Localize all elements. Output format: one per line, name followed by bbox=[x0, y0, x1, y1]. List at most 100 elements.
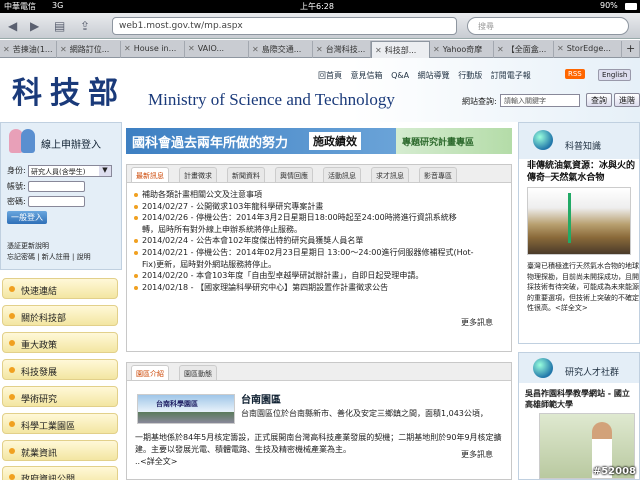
nav-mobile[interactable]: 行動版 bbox=[458, 71, 482, 80]
menu-research[interactable]: 學術研究 bbox=[2, 386, 118, 407]
park-description: 台南園區位於台南縣新市、善化及安定三鄉鎮之間，面積1,043公頃， bbox=[241, 409, 488, 418]
news-more-link[interactable]: 更多訊息 bbox=[461, 317, 493, 328]
browser-tab-active[interactable]: ✕ 科技部... bbox=[371, 41, 430, 58]
park-image-caption: 台南科學園區 bbox=[156, 400, 198, 408]
news-item[interactable]: 2014/02/20 - 本會103年度「自由型卓越學研試辦計畫」，自即日起受理… bbox=[133, 270, 503, 282]
menu-quick-links[interactable]: 快速連結 bbox=[2, 278, 118, 299]
bookmarks-icon[interactable]: ▤ bbox=[54, 18, 65, 34]
close-icon[interactable]: ✕ bbox=[60, 45, 67, 54]
close-icon[interactable]: ✕ bbox=[3, 45, 10, 54]
site-search-input[interactable]: 請輸入關鍵字 bbox=[500, 94, 580, 107]
close-icon[interactable]: ✕ bbox=[252, 45, 259, 54]
menu-jobs[interactable]: 就業資訊 bbox=[2, 440, 118, 461]
tab-label: 台灣科技... bbox=[325, 45, 366, 54]
science-article-title[interactable]: 非傳統油氣資源：冰與火的傳奇─天然氣水合物 bbox=[527, 160, 639, 184]
close-icon[interactable]: ✕ bbox=[497, 45, 504, 54]
user-icon bbox=[21, 129, 35, 153]
science-header: 科普知識 bbox=[519, 123, 639, 159]
nav-sitemap[interactable]: 網站導覽 bbox=[418, 71, 450, 80]
login-button[interactable]: 一般登入 bbox=[7, 211, 47, 224]
back-icon[interactable]: ◀ bbox=[8, 18, 17, 34]
password-input[interactable] bbox=[28, 196, 85, 207]
carrier-label: 中華電信 bbox=[4, 2, 36, 11]
site-logo[interactable]: 科技部 bbox=[12, 68, 126, 112]
browser-tab[interactable]: ✕ House in... bbox=[121, 41, 185, 58]
banner-main[interactable]: 國科會過去兩年所做的努力 施政績效 bbox=[126, 128, 396, 154]
account-input[interactable] bbox=[28, 181, 85, 192]
tab-latest[interactable]: 最新訊息 bbox=[131, 167, 169, 182]
banner-highlight: 施政績效 bbox=[309, 132, 361, 150]
browser-tab[interactable]: ✕ 網路訂位... bbox=[57, 41, 121, 58]
tab-events[interactable]: 活動訊息 bbox=[323, 167, 361, 182]
tab-calls[interactable]: 計畫徵求 bbox=[179, 167, 217, 182]
promo-banner[interactable]: 國科會過去兩年所做的努力 施政績效 專題研究計畫專區 bbox=[126, 128, 512, 154]
research-talent-panel: 研究人才社群 吳昌祚園科學教學網站 - 國立高雄師範大學 bbox=[518, 352, 640, 480]
tab-park-intro[interactable]: 園區介紹 bbox=[131, 365, 169, 380]
english-button[interactable]: English bbox=[598, 69, 632, 81]
news-item-continued[interactable]: 轉，屆時所有對外線上申辦系統將停止服務。 bbox=[133, 224, 503, 236]
new-tab-icon[interactable]: + bbox=[622, 41, 640, 58]
close-icon[interactable]: ✕ bbox=[375, 46, 382, 55]
science-knowledge-panel: 科普知識 非傳統油氣資源：冰與火的傳奇─天然氣水合物 臺灣已積極進行天然氣水合物… bbox=[518, 122, 640, 344]
certificate-help-link[interactable]: 憑証更新說明 bbox=[7, 241, 91, 252]
url-bar[interactable]: web1.most.gov.tw/mp.aspx bbox=[112, 17, 457, 35]
account-links[interactable]: 忘記密碼 | 新人註冊 | 說明 bbox=[7, 252, 91, 263]
nav-newsletter[interactable]: 訂閱電子報 bbox=[491, 71, 531, 80]
tab-jobs[interactable]: 求才訊息 bbox=[371, 167, 409, 182]
close-icon[interactable]: ✕ bbox=[316, 45, 323, 54]
browser-tab[interactable]: ✕ 島際交通... bbox=[249, 41, 313, 58]
park-more-link[interactable]: 更多訊息 bbox=[461, 449, 493, 460]
talent-feature-title[interactable]: 吳昌祚園科學教學網站 - 國立高雄師範大學 bbox=[525, 388, 637, 410]
share-icon[interactable]: ⇪ bbox=[80, 18, 90, 34]
close-icon[interactable]: ✕ bbox=[188, 44, 195, 53]
account-label: 帳號: bbox=[7, 182, 26, 191]
talent-header: 研究人才社群 bbox=[519, 353, 639, 383]
news-item-continued[interactable]: Fix)更新，屆時對外網站服務將停止。 bbox=[133, 259, 503, 271]
news-item[interactable]: 補助各類計畫相關公文及注意事項 bbox=[133, 189, 503, 201]
news-item[interactable]: 2014/02/21 - 停機公告：2014年02月23日星期日 13:00～2… bbox=[133, 247, 503, 259]
nav-feedback[interactable]: 意見信箱 bbox=[351, 71, 383, 80]
nav-home[interactable]: 回首頁 bbox=[318, 71, 342, 80]
advanced-search-button[interactable]: 進階 bbox=[614, 93, 640, 107]
news-item[interactable]: 2014/02/26 - 停機公告：2014年3月2日星期日18:00時起至24… bbox=[133, 212, 503, 224]
tab-park-news[interactable]: 園區動態 bbox=[179, 365, 217, 380]
browser-tab-bar: ✕ 苦揀油(1... ✕ 網路訂位... ✕ House in... ✕ VAIO...… bbox=[0, 40, 640, 58]
banner-research-projects[interactable]: 專題研究計畫專區 bbox=[396, 128, 512, 154]
menu-open-gov[interactable]: 政府資訊公開 bbox=[2, 466, 118, 480]
browser-tab[interactable]: ✕ 苦揀油(1... bbox=[0, 41, 57, 58]
menu-about[interactable]: 關於科技部 bbox=[2, 305, 118, 326]
menu-tech-dev[interactable]: 科技發展 bbox=[2, 359, 118, 380]
role-select[interactable]: 研究人員(含學生) ▼ bbox=[28, 165, 112, 177]
close-icon[interactable]: ✕ bbox=[124, 44, 131, 53]
browser-tab[interactable]: ✕ StorEdge... bbox=[554, 41, 622, 58]
browser-tab[interactable]: ✕ Yahoo奇摩 bbox=[430, 41, 494, 58]
tab-press[interactable]: 新聞資料 bbox=[227, 167, 265, 182]
nav-qa[interactable]: Q&A bbox=[391, 71, 409, 80]
tab-media[interactable]: 影音專區 bbox=[419, 167, 457, 182]
menu-policy[interactable]: 重大政策 bbox=[2, 332, 118, 353]
close-icon[interactable]: ✕ bbox=[433, 45, 440, 54]
search-button[interactable]: 查詢 bbox=[586, 93, 612, 107]
park-description-continued: 一期基地係於84年5月核定籌設，正式展開南台灣高科技產業發展的契機；二期基地則於… bbox=[135, 420, 505, 468]
menu-science-park[interactable]: 科學工業園區 bbox=[2, 413, 118, 434]
browser-tab[interactable]: ✕ 【全面盒... bbox=[494, 41, 554, 58]
browser-search-field[interactable]: 搜尋 bbox=[467, 17, 629, 35]
tab-label: 苦揀油(1... bbox=[12, 45, 53, 54]
science-title: 科普知識 bbox=[565, 142, 602, 152]
news-panel: 最新訊息 計畫徵求 新聞資料 輿情回應 活動訊息 求才訊息 影音專區 補助各類計… bbox=[126, 164, 512, 352]
browser-tab[interactable]: ✕ 台灣科技... bbox=[313, 41, 371, 58]
globe-icon bbox=[533, 358, 553, 378]
talent-title: 研究人才社群 bbox=[565, 368, 620, 378]
close-icon[interactable]: ✕ bbox=[557, 44, 564, 53]
news-item[interactable]: 2014/02/18 - 【國家理論科學研究中心】第四期設置作計畫徵求公告 bbox=[133, 282, 503, 294]
forward-icon[interactable]: ▶ bbox=[30, 18, 39, 34]
tab-responses[interactable]: 輿情回應 bbox=[275, 167, 313, 182]
news-item[interactable]: 2014/02/27 - 公開徵求103年龍科學研究專案計畫 bbox=[133, 201, 503, 213]
chevron-down-icon: ▼ bbox=[99, 166, 111, 176]
banner-main-text: 國科會過去兩年所做的努力 bbox=[132, 136, 289, 151]
science-article-image[interactable] bbox=[527, 187, 631, 255]
browser-tab[interactable]: ✕ VAIO... bbox=[185, 41, 249, 58]
news-item[interactable]: 2014/02/24 - 公告本會102年度傑出特約研究員獲獎人員名單 bbox=[133, 235, 503, 247]
park-read-more[interactable]: ..<詳全文> bbox=[135, 456, 505, 468]
rss-button[interactable]: RSS bbox=[565, 69, 585, 79]
